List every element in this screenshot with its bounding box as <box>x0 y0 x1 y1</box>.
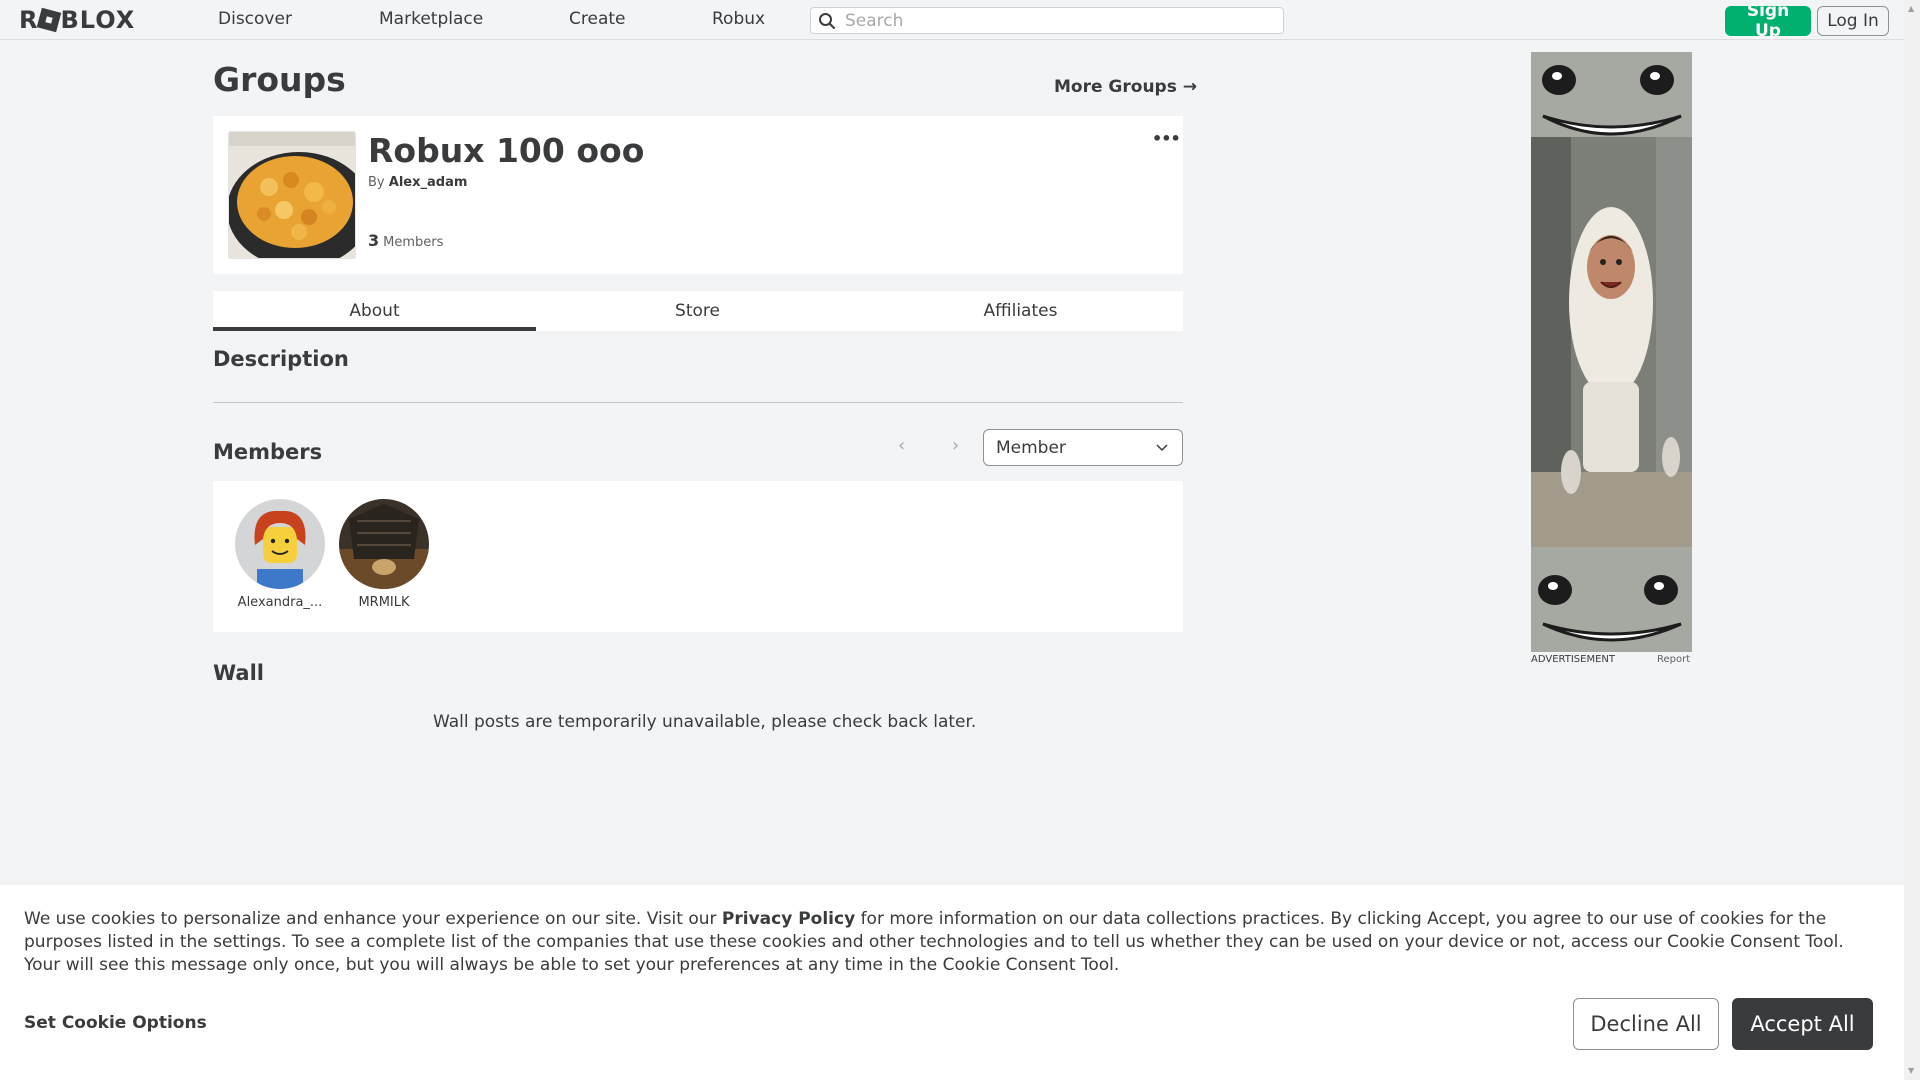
scroll-up-arrow-icon[interactable]: ▲ <box>1908 4 1914 13</box>
nav-marketplace-link[interactable]: Marketplace <box>379 9 483 29</box>
avatar[interactable] <box>235 499 325 589</box>
member-role-dropdown[interactable]: Member <box>983 429 1183 466</box>
top-navigation-bar: R BLOX Discover Marketplace Create Robux … <box>0 0 1904 41</box>
members-list: Alexandra_... MRMILK <box>213 481 1183 632</box>
page-scrollbar[interactable]: ▲ ▼ <box>1904 0 1920 1080</box>
search-input[interactable] <box>843 10 1273 31</box>
group-owner: By Alex_adam <box>368 175 467 190</box>
tab-affiliates[interactable]: Affiliates <box>859 291 1182 331</box>
set-cookie-options-link[interactable]: Set Cookie Options <box>24 1013 207 1033</box>
group-emblem-image <box>228 131 356 259</box>
description-divider <box>213 402 1183 403</box>
owner-prefix: By <box>368 175 385 190</box>
member-name[interactable]: MRMILK <box>334 595 434 610</box>
report-ad-link[interactable]: Report <box>1657 654 1690 665</box>
more-groups-link[interactable]: More Groups → <box>1054 77 1197 97</box>
avatar[interactable] <box>339 499 429 589</box>
member-card[interactable]: Alexandra_... <box>230 499 330 610</box>
tab-store[interactable]: Store <box>536 291 859 331</box>
more-options-icon[interactable]: ••• <box>1152 129 1181 148</box>
logo-o-icon <box>37 7 62 33</box>
chevron-down-icon <box>1156 444 1168 452</box>
roblox-logo[interactable]: R BLOX <box>19 6 135 34</box>
nav-robux-link[interactable]: Robux <box>712 9 765 29</box>
search-icon <box>819 13 835 29</box>
sign-up-button[interactable]: Sign Up <box>1725 1 1811 41</box>
member-count-label: Members <box>383 235 444 250</box>
wall-heading: Wall <box>213 661 264 685</box>
tab-about[interactable]: About <box>213 291 536 331</box>
decline-all-button[interactable]: Decline All <box>1573 998 1719 1050</box>
cookie-message: We use cookies to personalize and enhanc… <box>24 908 1884 977</box>
log-in-button[interactable]: Log In <box>1817 6 1889 36</box>
description-heading: Description <box>213 347 349 371</box>
owner-name-link[interactable]: Alex_adam <box>389 175 468 190</box>
accept-all-button[interactable]: Accept All <box>1732 998 1873 1050</box>
cookie-consent-banner: We use cookies to personalize and enhanc… <box>0 885 1904 1080</box>
group-header-card: Robux 100 ooo By Alex_adam 3 Members ••• <box>213 116 1183 274</box>
member-role-selected: Member <box>996 438 1066 458</box>
search-box[interactable] <box>810 7 1284 34</box>
privacy-policy-link[interactable]: Privacy Policy <box>722 909 855 929</box>
group-member-count: 3 Members <box>368 231 443 250</box>
scroll-down-arrow-icon[interactable]: ▼ <box>1908 1066 1914 1075</box>
member-name[interactable]: Alexandra_... <box>230 595 330 610</box>
group-tabs: About Store Affiliates <box>213 291 1183 331</box>
advertisement-image[interactable] <box>1531 52 1692 652</box>
advertisement-label: ADVERTISEMENT <box>1531 654 1616 665</box>
wall-unavailable-message: Wall posts are temporarily unavailable, … <box>433 712 977 732</box>
page-title: Groups <box>213 60 346 99</box>
group-name: Robux 100 ooo <box>368 131 645 170</box>
member-count-value: 3 <box>368 231 380 250</box>
cookie-text-part: We use cookies to personalize and enhanc… <box>24 909 722 929</box>
nav-discover-link[interactable]: Discover <box>218 9 292 29</box>
members-prev-page-icon[interactable]: ‹ <box>898 435 905 456</box>
nav-create-link[interactable]: Create <box>569 9 626 29</box>
members-heading: Members <box>213 440 323 464</box>
member-card[interactable]: MRMILK <box>334 499 434 610</box>
members-next-page-icon[interactable]: › <box>952 435 959 456</box>
